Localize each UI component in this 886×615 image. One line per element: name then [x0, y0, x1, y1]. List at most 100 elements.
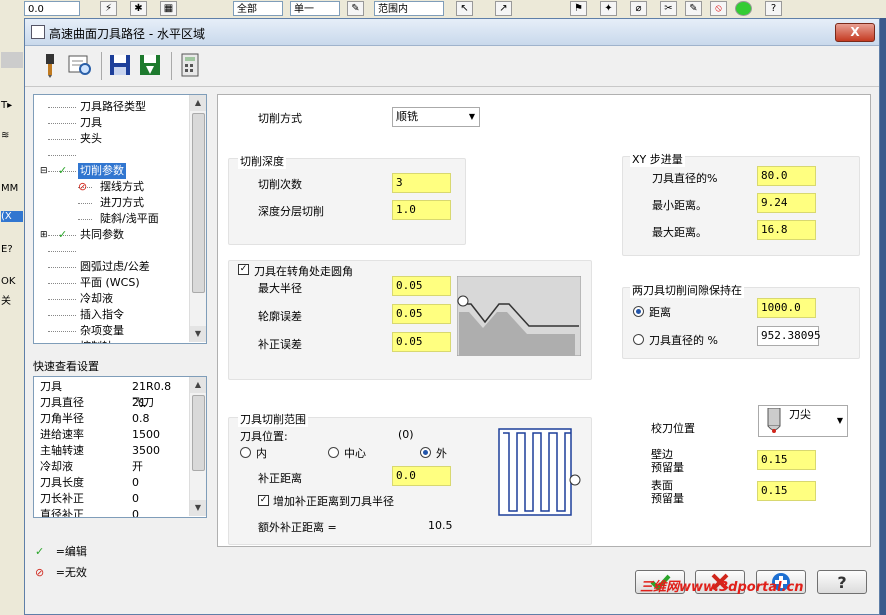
tree-item[interactable]: 插入指令 [78, 307, 126, 323]
tip-pos-value: 刀尖 [789, 408, 811, 421]
tree-item[interactable]: 杂项变量 [78, 323, 126, 339]
cut-count-field[interactable]: 3 [392, 173, 451, 193]
scroll-down-icon[interactable]: ▼ [190, 500, 206, 516]
bg-arrow-icon[interactable]: ↖ [456, 1, 473, 16]
corner-checkbox[interactable]: ✓ [238, 264, 249, 275]
cut-method-value: 顺铣 [396, 110, 418, 123]
scroll-thumb[interactable] [192, 113, 205, 293]
tree-item[interactable]: 平面 (WCS) [78, 275, 142, 291]
tree-connector [48, 123, 76, 124]
parameter-tree[interactable]: 刀具路径类型 刀具 夹头 ⊟ ✓ 切削参数 ⊘ 摆线方式 进刀方式 陡斜/浅平面 ⊞ ✓ 共同参数 圆弧过… [33, 94, 207, 344]
tree-item[interactable]: 冷却液 [78, 291, 115, 307]
bg-range-combo[interactable]: 范围内 [374, 1, 444, 16]
scroll-thumb[interactable] [192, 395, 205, 471]
tree-item[interactable]: 摆线方式 [98, 179, 146, 195]
bg-help-icon[interactable]: ? [765, 1, 782, 16]
profile-tol-field[interactable]: 0.05 [392, 304, 451, 324]
wall-stock-field[interactable]: 0.15 [757, 450, 816, 470]
tool-icon[interactable] [37, 52, 63, 78]
expand-icon[interactable]: ⊞ [40, 227, 48, 243]
quick-view-label: 快速查看设置 [33, 360, 99, 373]
svg-text:?: ? [837, 573, 846, 592]
bg-tool-icon[interactable]: ▦ [160, 1, 177, 16]
bg-filter-combo[interactable]: 全部 [233, 1, 283, 16]
invalid-icon: ⊘ [35, 566, 45, 579]
bg-tool-icon[interactable]: ⚡ [100, 1, 117, 16]
quick-view-key: 主轴转速 [40, 444, 84, 457]
bg-tool-icon[interactable]: ⌀ [630, 1, 647, 16]
gap-distance-field[interactable]: 1000.0 [757, 298, 816, 318]
depth-step-field[interactable]: 1.0 [392, 200, 451, 220]
tree-item[interactable]: 进刀方式 [98, 195, 146, 211]
cut-range-preview-image [498, 428, 581, 516]
tree-connector [48, 251, 76, 252]
tree-item[interactable]: 共同参数 [78, 227, 126, 243]
quick-view-row: 主轴转速 3500 [40, 443, 160, 459]
gap-distance-radio[interactable] [633, 306, 644, 317]
pos-center-radio[interactable] [328, 447, 339, 458]
tree-item[interactable]: 圆弧过虑/公差 [78, 259, 152, 275]
quick-view-key: 刀长补正 [40, 492, 84, 505]
quick-view-scrollbar[interactable]: ▲ ▼ [189, 377, 206, 516]
min-dist-field[interactable]: 9.24 [757, 193, 816, 213]
preview-icon[interactable] [67, 52, 93, 78]
title-bar[interactable]: 高速曲面刀具路径 - 水平区域 X [25, 19, 879, 46]
tree-item[interactable]: 夹头 [78, 131, 104, 147]
gap-dia-radio[interactable] [633, 334, 644, 345]
close-button[interactable]: X [835, 23, 875, 42]
bg-left-swatch [1, 52, 23, 68]
offset-dist-field[interactable]: 0.0 [392, 466, 451, 486]
pos-outside-radio[interactable] [420, 447, 431, 458]
quick-view-value: 1500 [132, 428, 160, 441]
tree-scrollbar[interactable]: ▲ ▼ [189, 95, 206, 342]
bg-mode-combo[interactable]: 单一 [290, 1, 340, 16]
bg-tool-icon[interactable]: ✎ [685, 1, 702, 16]
quick-view-value: 21 [132, 396, 146, 409]
collapse-icon[interactable]: ⊟ [40, 163, 48, 179]
quick-view-list[interactable]: 刀具 21R0.8飞刀 刀具直径 21 刀角半径 0.8 进给速率 1500 主轴转速 3500 冷… [33, 376, 207, 518]
tree-connector [78, 219, 92, 220]
check-icon: ✓ [58, 164, 68, 177]
tool-dia-pct-field[interactable]: 80.0 [757, 166, 816, 186]
cut-range-group-title: 刀具切削范围 [238, 411, 308, 427]
tip-pos-label: 校刀位置 [651, 422, 695, 435]
offset-dist-label: 补正距离 [258, 472, 302, 485]
save-icon[interactable] [107, 52, 133, 78]
scroll-up-icon[interactable]: ▲ [190, 377, 206, 393]
bg-stop-icon[interactable]: ⦸ [710, 1, 727, 16]
cut-method-select[interactable]: 顺铣 ▼ [392, 107, 480, 127]
scroll-down-icon[interactable]: ▼ [190, 326, 206, 342]
tree-connector [78, 203, 92, 204]
pos-inside-radio[interactable] [240, 447, 251, 458]
calculator-icon[interactable] [177, 52, 203, 78]
save-to-library-icon[interactable] [137, 52, 163, 78]
bg-left-text: (X [1, 211, 23, 222]
tree-item[interactable]: 陡斜/浅平面 [98, 211, 161, 227]
floor-stock-field[interactable]: 0.15 [757, 481, 816, 501]
quick-view-key: 冷却液 [40, 460, 73, 473]
pos-center-label: 中心 [344, 447, 366, 460]
max-radius-field[interactable]: 0.05 [392, 276, 451, 296]
help-button[interactable]: ? [817, 570, 867, 594]
add-offset-checkbox[interactable]: ✓ [258, 495, 269, 506]
floor-stock-label: 表面 预留量 [651, 479, 684, 505]
corner-check-label: 刀具在转角处走圆角 [254, 265, 353, 278]
tree-item[interactable]: 刀具路径类型 [78, 99, 148, 115]
bg-tool-icon[interactable]: ✦ [600, 1, 617, 16]
bg-tool-icon[interactable]: ✱ [130, 1, 147, 16]
bg-go-icon[interactable] [735, 1, 752, 16]
tree-item[interactable]: 控制轴 [78, 339, 115, 343]
tip-pos-select[interactable]: 刀尖 ▼ [758, 405, 848, 437]
tree-item[interactable]: 刀具 [78, 115, 104, 131]
bg-value-combo[interactable]: 0.0 [24, 1, 80, 16]
profile-tol-label: 轮廓误差 [258, 310, 302, 323]
bg-select-icon[interactable]: ↗ [495, 1, 512, 16]
bg-tool-icon[interactable]: ⚑ [570, 1, 587, 16]
tree-item[interactable]: 切削参数 [78, 163, 126, 179]
quick-view-row: 进给速率 1500 [40, 427, 160, 443]
scroll-up-icon[interactable]: ▲ [190, 95, 206, 111]
max-dist-field[interactable]: 16.8 [757, 220, 816, 240]
bg-tool-icon[interactable]: ✂ [660, 1, 677, 16]
bg-cursor-icon[interactable]: ✎ [347, 1, 364, 16]
comp-tol-field[interactable]: 0.05 [392, 332, 451, 352]
